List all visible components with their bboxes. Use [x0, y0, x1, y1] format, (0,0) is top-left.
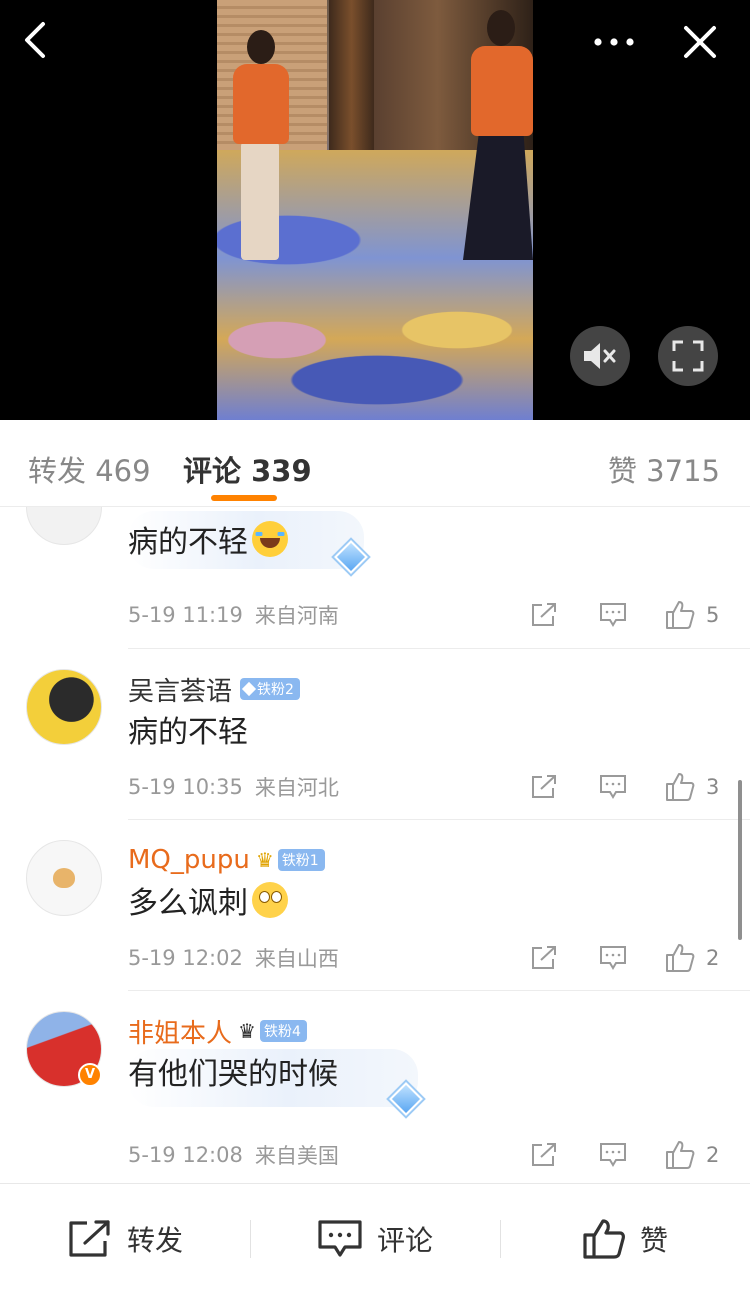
fullscreen-icon: [672, 340, 704, 372]
video-frame[interactable]: [217, 0, 533, 420]
comment-icon: [600, 1143, 626, 1167]
comment-username[interactable]: MQ_pupu: [128, 845, 250, 875]
comment-label: 评论: [376, 1223, 433, 1257]
bottom-action-bar: 转发 评论 赞: [0, 1183, 750, 1292]
video-player[interactable]: [0, 0, 750, 420]
reply-button[interactable]: [598, 941, 628, 975]
verified-badge-icon: V: [78, 1063, 102, 1087]
laugh-cry-emoji-icon: [252, 521, 288, 557]
video-person-left: [229, 30, 291, 260]
comment-location: 来自美国: [254, 1144, 339, 1168]
comment-meta: 5-19 12:08 来自美国 2: [128, 1138, 728, 1172]
more-button[interactable]: [588, 20, 640, 64]
reply-button[interactable]: [598, 1138, 628, 1172]
like-count: 5: [706, 603, 720, 627]
comment-username[interactable]: 非姐本人: [128, 1013, 232, 1050]
scrollbar[interactable]: [738, 780, 742, 940]
video-person-right: [457, 10, 533, 270]
fan-badge-label: 铁粉1: [281, 853, 319, 869]
comment-icon: [600, 775, 626, 799]
comment-location: 来自河北: [254, 776, 339, 800]
comment-meta: 5-19 10:35 来自河北 3: [128, 770, 728, 804]
share-button[interactable]: [530, 770, 558, 804]
comment-text: 病的不轻: [128, 715, 248, 750]
tab-repost[interactable]: 转发 469: [28, 448, 151, 490]
like-button[interactable]: 赞: [500, 1184, 750, 1293]
like-label: 赞: [639, 1223, 668, 1257]
comment-button[interactable]: 评论: [250, 1184, 500, 1293]
like-button[interactable]: 5: [664, 598, 719, 632]
eye-roll-emoji-icon: [252, 882, 288, 918]
comment-text: 有他们哭的时候: [128, 1057, 338, 1092]
comment-location: 来自山西: [254, 947, 339, 971]
thumbs-up-icon: [583, 1218, 625, 1259]
share-button[interactable]: [530, 598, 558, 632]
repost-icon: [69, 1219, 110, 1257]
comment-time: 5-19 12:02: [128, 946, 243, 970]
repost-label: 转发: [126, 1223, 183, 1257]
reply-button[interactable]: [598, 598, 628, 632]
tab-like[interactable]: 赞 3715: [608, 448, 720, 490]
fan-badge: 铁粉1: [277, 849, 325, 871]
share-icon: [532, 1143, 556, 1166]
like-button[interactable]: 3: [664, 770, 719, 804]
comment-item: V 非姐本人 ♛ 铁粉4 有他们哭的时候 5-19 12:08 来自美国 2: [0, 991, 750, 1183]
speaker-mute-icon: [584, 343, 616, 369]
like-count: 2: [706, 1143, 720, 1167]
comment-item: MQ_pupu ♛ 铁粉1 多么讽刺 5-19 12:02 来自山西 2: [0, 820, 750, 991]
comment-meta: 5-19 12:02 来自山西 2: [128, 941, 728, 975]
share-icon: [532, 775, 556, 798]
mute-button[interactable]: [570, 326, 630, 386]
avatar[interactable]: [26, 507, 102, 545]
fan-badge: 铁粉2: [240, 678, 300, 700]
reply-button[interactable]: [598, 770, 628, 804]
fan-badge-label: 铁粉4: [263, 1024, 301, 1040]
thumbs-up-icon: [666, 601, 695, 629]
share-button[interactable]: [530, 1138, 558, 1172]
fan-badge-label: 铁粉2: [257, 682, 294, 698]
like-count: 2: [706, 946, 720, 970]
more-dots-icon: [594, 38, 634, 46]
comment-icon: [318, 1219, 362, 1257]
avatar[interactable]: [26, 669, 102, 745]
dog-icon: [53, 868, 75, 888]
close-icon: [684, 26, 716, 58]
comment-time: 5-19 12:08: [128, 1143, 243, 1167]
tab-active-indicator: [211, 495, 277, 501]
comment-text: 病的不轻: [128, 525, 248, 560]
share-icon: [532, 946, 556, 969]
close-button[interactable]: [676, 18, 724, 66]
thumbs-up-icon: [666, 1141, 695, 1169]
fullscreen-button[interactable]: [658, 326, 718, 386]
share-button[interactable]: [530, 941, 558, 975]
crown-icon: ♛: [238, 1019, 256, 1043]
thumbs-up-icon: [666, 944, 695, 972]
crown-icon: ♛: [255, 848, 274, 872]
tab-bar: 转发 469 评论 339 赞 3715: [0, 420, 750, 507]
comment-time: 5-19 10:35: [128, 775, 243, 799]
share-icon: [532, 603, 556, 626]
chevron-left-icon: [25, 22, 45, 58]
thumbs-up-icon: [666, 773, 695, 801]
comment-icon: [600, 946, 626, 970]
like-button[interactable]: 2: [664, 941, 719, 975]
avatar[interactable]: [26, 840, 102, 916]
diamond-badge-icon: [241, 681, 257, 697]
comment-meta: 5-19 11:19 来自河南 5: [128, 598, 728, 632]
back-button[interactable]: [14, 18, 58, 62]
like-count: 3: [706, 775, 720, 799]
comment-text: 多么讽刺: [128, 886, 248, 921]
repost-button[interactable]: 转发: [0, 1184, 250, 1293]
comment-username[interactable]: 吴言荟语: [128, 671, 232, 708]
comment-item: 吴言荟语 铁粉2 病的不轻 5-19 10:35 来自河北 3: [0, 649, 750, 820]
comment-list[interactable]: 病的不轻 5-19 11:19 来自河南 5 吴言荟语 铁粉2 病的不轻 5-1…: [0, 507, 750, 1183]
fan-badge: 铁粉4: [259, 1020, 307, 1042]
comment-location: 来自河南: [254, 604, 339, 628]
tab-comment[interactable]: 评论 339: [183, 448, 312, 490]
comment-time: 5-19 11:19: [128, 603, 243, 627]
comment-item: 病的不轻 5-19 11:19 来自河南 5: [0, 507, 750, 649]
comment-icon: [600, 603, 626, 627]
like-button[interactable]: 2: [664, 1138, 719, 1172]
